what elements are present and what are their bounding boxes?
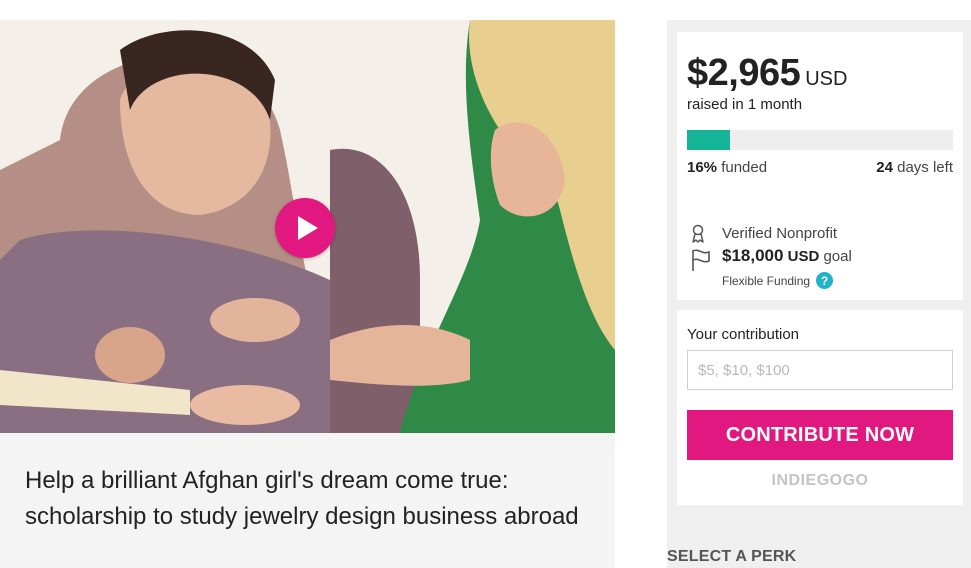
days-left-label: days left <box>897 159 953 176</box>
days-left-value: 24 <box>876 159 893 176</box>
amount-value: $2,965 <box>687 52 801 94</box>
goal-currency: USD <box>787 248 820 265</box>
percent-funded-label: funded <box>721 159 768 176</box>
amount-currency: USD <box>805 68 848 90</box>
ribbon-icon <box>692 224 704 243</box>
select-perk-heading: SELECT A PERK <box>667 548 797 565</box>
question-icon[interactable]: ? <box>816 272 834 289</box>
percent-funded-value: 16% <box>687 159 718 176</box>
verified-nonprofit-label: Verified Nonprofit <box>722 225 838 242</box>
play-icon <box>298 216 318 240</box>
campaign-title: Help a brilliant Afghan girl's dream com… <box>25 467 579 530</box>
flexible-funding: Flexible Funding ? <box>722 272 834 289</box>
percent-funded: 16% funded <box>687 159 767 176</box>
funding-goal: $18,000 USD goal <box>722 246 852 266</box>
amount-raised: $2,965 USD <box>687 52 847 95</box>
play-button[interactable] <box>275 198 335 258</box>
campaign-video-thumbnail[interactable] <box>0 20 615 433</box>
contribute-now-button[interactable]: CONTRIBUTE NOW <box>687 410 953 460</box>
contribution-label: Your contribution <box>687 326 800 343</box>
raised-duration: raised in 1 month <box>687 96 803 113</box>
goal-label: goal <box>823 248 852 265</box>
contribution-amount-input[interactable] <box>687 350 953 390</box>
indiegogo-logo: INDIEGOGO <box>771 472 869 489</box>
flexible-funding-label: Flexible Funding <box>722 273 811 288</box>
goal-amount: $18,000 <box>722 246 784 265</box>
funding-progress-bar <box>687 130 953 150</box>
funding-progress-fill <box>687 130 730 150</box>
flag-icon <box>692 249 710 271</box>
days-left: 24 days left <box>876 159 953 176</box>
